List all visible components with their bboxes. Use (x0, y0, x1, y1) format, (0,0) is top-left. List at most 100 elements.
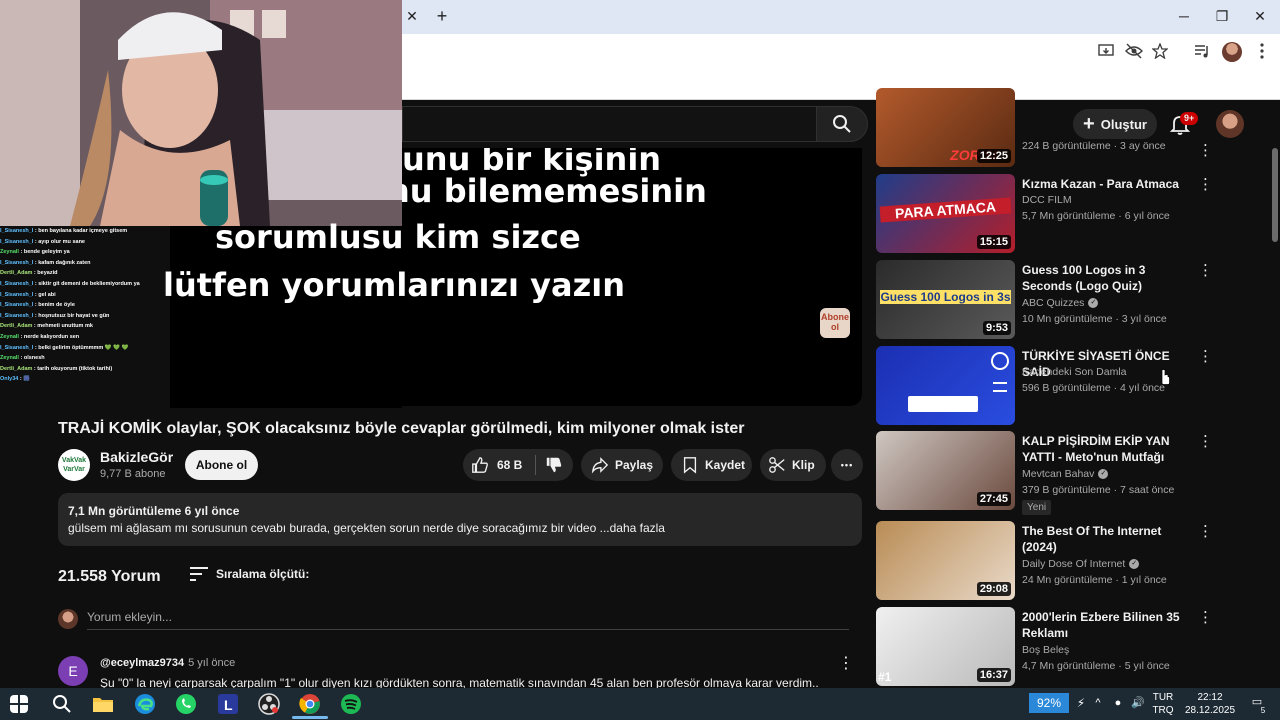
account-avatar[interactable] (1216, 110, 1244, 138)
chat-message: I_Sisanesh_I : ayıp olur mu sane (0, 237, 170, 248)
comment-username[interactable]: @eceylmaz9734 (100, 657, 184, 669)
sort-comments-button[interactable]: Sıralama ölçütü: (190, 567, 309, 581)
video-title[interactable]: The Best Of The Internet (2024) (1022, 523, 1194, 555)
video-thumbnail[interactable] (876, 346, 1015, 425)
tray-chevron-icon[interactable]: ^ (1092, 697, 1104, 709)
page-scrollbar[interactable] (1270, 100, 1280, 688)
video-thumbnail[interactable]: Guess 100 Logos in 3s 9:53 (876, 260, 1015, 339)
edge-browser-icon[interactable] (133, 692, 157, 716)
clock-time[interactable]: 22:12 (1180, 692, 1240, 704)
subtitle-line-3: sorumlusu kim sizce (215, 218, 581, 256)
recommended-video[interactable]: 29:08 The Best Of The Internet (2024) Dail… (876, 521, 1213, 601)
maximize-button[interactable]: ❐ (1210, 6, 1234, 26)
recommended-video[interactable]: 27:45 KALP PİŞİRDİM EKİP YAN YATTI - Meto… (876, 431, 1213, 515)
chat-text: siktir git demeni de bekliemiyordum ya (38, 280, 140, 287)
video-menu-icon[interactable]: ⋮ (1198, 433, 1213, 451)
video-title[interactable]: 2000'lerin Ezbere Bilinen 35 Reklamı (1022, 609, 1194, 641)
channel-name[interactable]: Mevtcan Bahav ✓ (1022, 468, 1109, 480)
windows-start-icon[interactable] (10, 695, 28, 713)
webcam-overlay (0, 0, 402, 226)
recommended-video[interactable]: 16:37 #1 2000'lerin Ezbere Bilinen 35 Rekl… (876, 607, 1213, 687)
video-menu-icon[interactable]: ⋮ (1198, 609, 1213, 627)
taskbar-search-icon[interactable] (50, 692, 74, 716)
chat-message: Only34 : 🎆 (0, 374, 170, 385)
channel-name[interactable]: Boş Beleş (1022, 644, 1069, 656)
video-thumbnail[interactable]: ZOR SI 12:25 (876, 88, 1015, 167)
browser-menu-icon[interactable] (1252, 43, 1272, 63)
recommended-video[interactable]: ZOR SI 12:25 224 B görüntüleme · 3 ay önce… (876, 88, 1213, 168)
volume-icon[interactable]: 🔊 (1130, 697, 1146, 709)
share-button[interactable]: Paylaş (581, 449, 663, 481)
recommended-video[interactable]: TÜRKİYE SİYASETİ ÖNCE SAİD Kadehdeki Son … (876, 346, 1213, 426)
file-explorer-icon[interactable] (91, 692, 115, 716)
chat-message: I_Sisanesh_I : ben bayılana kadar içmeye… (0, 226, 170, 237)
spotify-icon[interactable] (339, 692, 363, 716)
chat-message: I_Sisanesh_I : belki gelirim öptümmmm 💚 … (0, 343, 170, 354)
recommended-video[interactable]: Guess 100 Logos in 3s 9:53 Guess 100 Logos… (876, 260, 1213, 340)
comment-menu-icon[interactable]: ⋮ (838, 654, 854, 674)
search-button[interactable] (816, 106, 868, 142)
video-title[interactable]: Kızma Kazan - Para Atmaca (1022, 176, 1194, 192)
comment-author[interactable]: @eceylmaz9734 5 yıl önce (100, 657, 235, 669)
browser-profile-avatar[interactable] (1222, 42, 1242, 62)
battery-indicator[interactable]: 92% (1029, 693, 1069, 713)
channel-name[interactable]: ABC Quizzes ✓ (1022, 297, 1099, 309)
media-queue-icon[interactable] (1192, 43, 1212, 63)
subscribe-button[interactable]: Abone ol (185, 450, 258, 480)
power-plug-icon[interactable]: ⚡ (1075, 697, 1087, 709)
install-app-icon[interactable] (1096, 43, 1116, 63)
minimize-button[interactable]: ─ (1172, 6, 1196, 26)
obs-icon[interactable] (257, 692, 281, 716)
input-language-line2[interactable]: TRQ (1150, 705, 1176, 717)
l-app-icon[interactable]: L (216, 692, 240, 716)
video-meta: 10 Mn görüntüleme · 3 yıl önce (1022, 313, 1167, 325)
commenter-avatar[interactable]: E (58, 656, 88, 686)
input-language-line1[interactable]: TUR (1150, 692, 1176, 704)
tab-close-icon[interactable]: ✕ (404, 8, 420, 24)
channel-name[interactable]: Daily Dose Of Internet ✓ (1022, 558, 1140, 570)
recommended-video[interactable]: PARA ATMACA 15:15 Kızma Kazan - Para Atmac… (876, 174, 1213, 254)
video-title[interactable]: Guess 100 Logos in 3 Seconds (Logo Quiz) (1022, 262, 1194, 294)
watch-later-icon[interactable] (991, 352, 1009, 370)
dislike-button[interactable] (536, 456, 572, 474)
search-input[interactable] (402, 106, 816, 142)
video-menu-icon[interactable]: ⋮ (1198, 176, 1213, 194)
description-box[interactable]: 7,1 Mn görüntüleme 6 yıl önce gülsem mi … (58, 493, 862, 546)
save-label: Kaydet (705, 458, 746, 472)
new-tab-button[interactable]: + (432, 6, 452, 26)
whatsapp-icon[interactable] (174, 692, 198, 716)
channel-name[interactable]: BakizleGör (100, 449, 173, 465)
channel-watermark-logo[interactable]: Abone ol (820, 308, 850, 338)
video-menu-icon[interactable]: ⋮ (1198, 348, 1213, 366)
video-duration: 27:45 (976, 492, 1011, 506)
video-thumbnail[interactable]: PARA ATMACA 15:15 (876, 174, 1015, 253)
thumbs-down-icon (546, 457, 562, 473)
bookmark-star-icon[interactable] (1150, 42, 1170, 63)
channel-avatar[interactable]: VakVak VarVar (58, 449, 90, 481)
chat-message: I_Sisanesh_I : benim de öyle (0, 300, 170, 311)
video-menu-icon[interactable]: ⋮ (1198, 262, 1213, 280)
chat-username: I_Sisanesh_I (0, 291, 34, 298)
description-text: gülsem mi ağlasam mı sorusunun cevabı bu… (68, 521, 665, 535)
scrollbar-thumb[interactable] (1272, 148, 1278, 242)
eye-off-icon[interactable] (1124, 43, 1144, 63)
more-actions-button[interactable]: ••• (831, 449, 863, 481)
video-thumbnail[interactable]: 27:45 (876, 431, 1015, 510)
video-thumbnail[interactable]: 16:37 #1 (876, 607, 1015, 686)
save-button[interactable]: Kaydet (671, 449, 752, 481)
add-comment-input[interactable]: Yorum ekleyin... (87, 610, 849, 630)
video-menu-icon[interactable]: ⋮ (1198, 142, 1213, 160)
chrome-icon[interactable] (298, 692, 322, 716)
video-menu-icon[interactable]: ⋮ (1198, 523, 1213, 541)
close-window-button[interactable]: ✕ (1248, 6, 1272, 26)
clip-button[interactable]: Klip (760, 449, 826, 481)
add-to-queue-icon[interactable] (993, 382, 1007, 392)
like-button[interactable]: 68 B (463, 456, 535, 474)
channel-name[interactable]: Kadehdeki Son Damla (1022, 366, 1126, 378)
video-title[interactable]: KALP PİŞİRDİM EKİP YAN YATTI - Meto'nun … (1022, 433, 1194, 465)
microphone-tray-icon[interactable]: ● (1112, 697, 1124, 709)
channel-name[interactable]: DCC FILM (1022, 194, 1072, 206)
video-thumbnail[interactable]: 29:08 (876, 521, 1015, 600)
clock-date[interactable]: 28.12.2025 (1180, 705, 1240, 717)
search-icon (833, 115, 851, 133)
